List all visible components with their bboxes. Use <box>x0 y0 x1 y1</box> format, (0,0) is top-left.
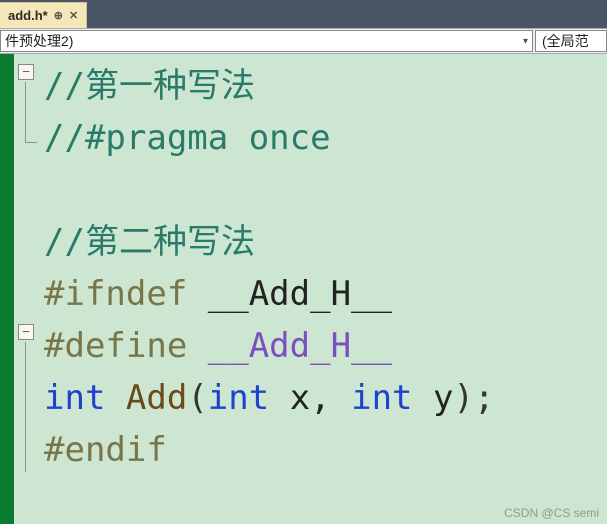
macro-name: __Add_H__ <box>208 326 392 366</box>
chevron-down-icon: ▾ <box>523 36 528 47</box>
preprocessor: #ifndef <box>44 274 187 314</box>
paren: ( <box>187 378 207 418</box>
type-keyword: int <box>44 378 105 418</box>
code-content[interactable]: //第一种写法 //#pragma once //第二种写法 #ifndef _… <box>40 54 607 524</box>
pin-icon[interactable]: ⊕ <box>54 9 63 22</box>
preprocessor: #endif <box>44 430 167 470</box>
semicolon: ; <box>474 378 494 418</box>
member-dropdown[interactable]: (全局范 <box>535 30 607 52</box>
type-keyword: int <box>208 378 269 418</box>
preprocessor: #define <box>44 326 208 366</box>
type-keyword: int <box>351 378 412 418</box>
fold-toggle-icon[interactable]: − <box>18 324 34 340</box>
paren: ) <box>453 378 473 418</box>
comment: //第一种写法 <box>44 66 255 106</box>
tab-title: add.h* <box>8 8 48 23</box>
function-name: Add <box>105 378 187 418</box>
param: y <box>413 378 454 418</box>
file-tab[interactable]: add.h* ⊕ ✕ <box>0 2 87 28</box>
member-label: (全局范 <box>542 31 589 51</box>
comment: //#pragma once <box>44 118 331 158</box>
fold-toggle-icon[interactable]: − <box>18 64 34 80</box>
fold-line <box>25 82 26 142</box>
fold-line <box>25 342 26 472</box>
toolbar: 件预处理2) ▾ (全局范 <box>0 28 607 54</box>
comment: //第二种写法 <box>44 222 255 262</box>
scope-dropdown[interactable]: 件预处理2) ▾ <box>0 30 533 52</box>
watermark: CSDN @CS semi <box>504 506 599 520</box>
modification-margin <box>0 54 14 524</box>
fold-end <box>25 142 37 143</box>
dropdown-label: 件预处理2) <box>5 31 73 51</box>
macro-name: __Add_H__ <box>187 274 392 314</box>
code-editor[interactable]: − − //第一种写法 //#pragma once //第二种写法 #ifnd… <box>0 54 607 524</box>
param: x, <box>269 378 351 418</box>
tab-bar: add.h* ⊕ ✕ <box>0 0 607 28</box>
close-icon[interactable]: ✕ <box>69 9 78 22</box>
fold-gutter: − − <box>14 54 40 524</box>
